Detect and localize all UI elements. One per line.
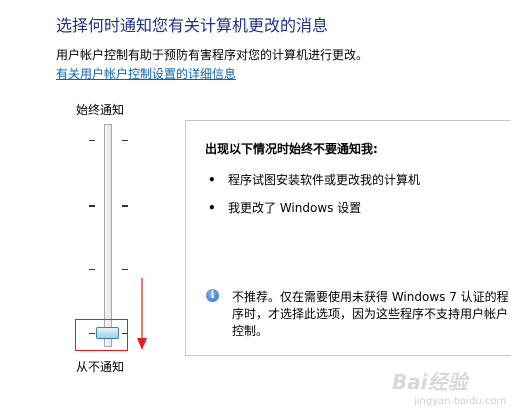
slider-bottom-label: 从不通知 — [76, 360, 125, 374]
watermark: Bai经验 jingyan.baidu.com — [392, 362, 510, 416]
slider-tick — [122, 205, 128, 207]
annotation-down-arrow — [137, 278, 147, 350]
bullet-icon: • — [208, 173, 216, 187]
list-item: • 我更改了 Windows 设置 — [208, 199, 361, 216]
slider-tick — [89, 205, 95, 207]
recommendation-note: 不推荐。仅在需要使用未获得 Windows 7 认证的程序时，才选择此选项，因为… — [232, 290, 509, 338]
bullet-icon: • — [208, 201, 216, 215]
slider-top-label: 始终通知 — [76, 103, 125, 117]
slider-tick — [89, 269, 95, 270]
slider-tick — [122, 140, 128, 141]
page-title: 选择何时通知您有关计算机更改的消息 — [56, 16, 329, 35]
watermark-brand: Bai经验 — [392, 370, 468, 394]
slider-track[interactable] — [104, 124, 112, 347]
uac-help-link[interactable]: 有关用户帐户控制设置的详细信息 — [56, 65, 236, 82]
panel-heading: 出现以下情况时始终不要通知我: — [205, 142, 378, 156]
watermark-url: jingyan.baidu.com — [414, 396, 507, 407]
slider-tick — [89, 140, 95, 141]
list-item-text: 程序试图安装软件或更改我的计算机 — [228, 173, 421, 187]
info-icon: i — [206, 289, 219, 302]
page-description: 用户帐户控制有助于预防有害程序对您的计算机进行更改。 — [56, 48, 369, 62]
list-item-text: 我更改了 Windows 设置 — [228, 201, 362, 215]
annotation-highlight-box — [75, 319, 128, 351]
slider-tick — [122, 269, 128, 270]
list-item: • 程序试图安装软件或更改我的计算机 — [208, 171, 420, 188]
